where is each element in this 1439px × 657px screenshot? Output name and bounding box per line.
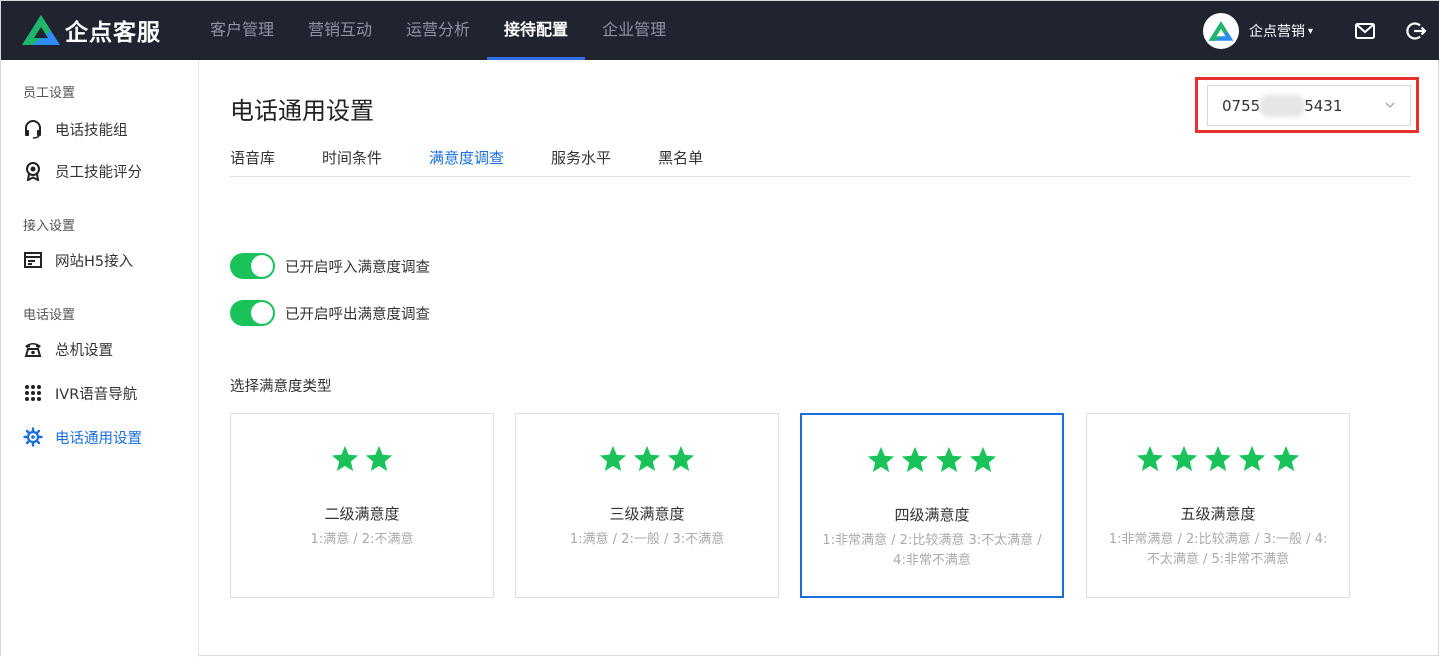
headset-icon — [23, 119, 43, 139]
chevron-down-icon — [1385, 102, 1395, 109]
star-icon — [1272, 445, 1300, 471]
logout-icon[interactable] — [1405, 20, 1427, 42]
nav-item-enterprise[interactable]: 企业管理 — [585, 1, 683, 60]
satisfaction-type-label: 选择满意度类型 — [230, 379, 332, 395]
tab-service-level[interactable]: 服务水平 — [551, 141, 611, 176]
redacted-digits — [1260, 94, 1305, 117]
avatar — [1203, 13, 1239, 49]
sidebar-item-label: IVR语音导航 — [55, 386, 138, 403]
user-name: 企点营销 — [1249, 24, 1305, 40]
inbound-survey-toggle-row: 已开启呼入满意度调查 — [230, 253, 430, 279]
sidebar-item-staff-skill-rating[interactable]: 员工技能评分 — [1, 153, 198, 189]
telephone-icon — [23, 339, 43, 359]
card-description: 1:非常满意 / 2:比较满意 3:不太满意 / 4:非常不满意 — [822, 533, 1042, 568]
mail-icon[interactable] — [1354, 20, 1376, 42]
star-rating — [802, 445, 1062, 475]
tab-time-conditions[interactable]: 时间条件 — [322, 141, 382, 176]
tab-blacklist[interactable]: 黑名单 — [658, 141, 703, 176]
card-title: 三级满意度 — [609, 505, 685, 523]
nav-item-analytics[interactable]: 运营分析 — [389, 1, 487, 60]
sidebar-item-web-h5-access[interactable]: 网站H5接入 — [1, 242, 198, 278]
caret-down-icon: ▾ — [1308, 25, 1314, 37]
tab-satisfaction-survey[interactable]: 满意度调查 — [429, 141, 504, 176]
inbound-survey-label: 已开启呼入满意度调查 — [285, 259, 430, 276]
star-icon — [1204, 445, 1232, 471]
award-icon — [23, 161, 43, 181]
logo-icon — [22, 15, 60, 45]
app-name: 企点客服 — [65, 20, 161, 46]
avatar-logo-icon — [1208, 21, 1234, 41]
star-icon — [633, 445, 661, 471]
nav-item-customer[interactable]: 客户管理 — [193, 1, 291, 60]
star-icon — [935, 446, 963, 472]
settings-tabs: 语音库 时间条件 满意度调查 服务水平 黑名单 — [230, 141, 1411, 177]
sidebar-group-staff: 员工设置 — [23, 86, 76, 101]
sidebar-item-phone-general-settings[interactable]: 电话通用设置 — [1, 419, 198, 455]
sidebar: 员工设置 电话技能组 员工技能评分 接入设置 网站H5接入 电话设置 总机设置 … — [1, 60, 199, 657]
sidebar-item-label: 电话技能组 — [55, 122, 128, 139]
star-rating — [1087, 444, 1349, 474]
keypad-icon — [23, 383, 43, 403]
sidebar-group-access: 接入设置 — [23, 219, 76, 234]
sidebar-item-label: 网站H5接入 — [55, 253, 134, 270]
star-icon — [867, 446, 895, 472]
logo[interactable]: 企点客服 — [21, 13, 161, 47]
outbound-survey-toggle-row: 已开启呼出满意度调查 — [230, 300, 430, 326]
inbound-survey-switch[interactable] — [230, 253, 275, 279]
nav-item-reception-config[interactable]: 接待配置 — [487, 1, 586, 60]
phone-number-prefix: 0755 — [1222, 96, 1261, 115]
star-icon — [599, 445, 627, 471]
user-menu[interactable]: 企点营销 ▾ — [1203, 13, 1313, 49]
star-rating — [231, 444, 493, 474]
star-icon — [331, 445, 359, 471]
sidebar-item-phone-skill-group[interactable]: 电话技能组 — [1, 111, 198, 147]
phone-number-select[interactable]: 0755 5431 — [1207, 85, 1411, 126]
web-window-icon — [23, 250, 43, 270]
star-icon — [1170, 445, 1198, 471]
sidebar-item-label: 员工技能评分 — [55, 164, 142, 181]
nav-item-marketing[interactable]: 营销互动 — [291, 1, 389, 60]
satisfaction-card-level-2[interactable]: 二级满意度 1:满意 / 2:不满意 — [230, 413, 494, 598]
phone-number-suffix: 5431 — [1304, 96, 1343, 115]
star-rating — [516, 444, 778, 474]
sidebar-item-switchboard[interactable]: 总机设置 — [1, 331, 198, 367]
satisfaction-card-level-3[interactable]: 三级满意度 1:满意 / 2:一般 / 3:不满意 — [515, 413, 779, 598]
card-description: 1:满意 / 2:不满意 — [310, 532, 414, 547]
star-icon — [969, 446, 997, 472]
star-icon — [1238, 445, 1266, 471]
outbound-survey-switch[interactable] — [230, 300, 275, 326]
tab-voice-library[interactable]: 语音库 — [230, 141, 275, 176]
card-title: 二级满意度 — [324, 505, 400, 523]
page-title: 电话通用设置 — [230, 97, 374, 125]
sidebar-group-phone: 电话设置 — [23, 308, 76, 323]
star-icon — [1136, 445, 1164, 471]
card-title: 五级满意度 — [1180, 505, 1256, 523]
sidebar-item-ivr-navigation[interactable]: IVR语音导航 — [1, 375, 198, 411]
satisfaction-card-level-4[interactable]: 四级满意度 1:非常满意 / 2:比较满意 3:不太满意 / 4:非常不满意 — [800, 413, 1064, 598]
top-navigation-bar: 企点客服 客户管理 营销互动 运营分析 接待配置 企业管理 企点营销 ▾ — [1, 1, 1439, 60]
outbound-survey-label: 已开启呼出满意度调查 — [285, 306, 430, 323]
sidebar-item-label: 电话通用设置 — [55, 430, 142, 447]
main-nav: 客户管理 营销互动 运营分析 接待配置 企业管理 — [193, 1, 683, 60]
satisfaction-card-level-5[interactable]: 五级满意度 1:非常满意 / 2:比较满意 / 3:一般 / 4:不太满意 / … — [1086, 413, 1350, 598]
star-icon — [901, 446, 929, 472]
card-description: 1:非常满意 / 2:比较满意 / 3:一般 / 4:不太满意 / 5:非常不满… — [1108, 532, 1328, 567]
card-title: 四级满意度 — [894, 506, 970, 524]
star-icon — [667, 445, 695, 471]
star-icon — [365, 445, 393, 471]
sidebar-item-label: 总机设置 — [55, 342, 113, 359]
gear-icon — [23, 427, 43, 447]
card-description: 1:满意 / 2:一般 / 3:不满意 — [569, 532, 725, 547]
